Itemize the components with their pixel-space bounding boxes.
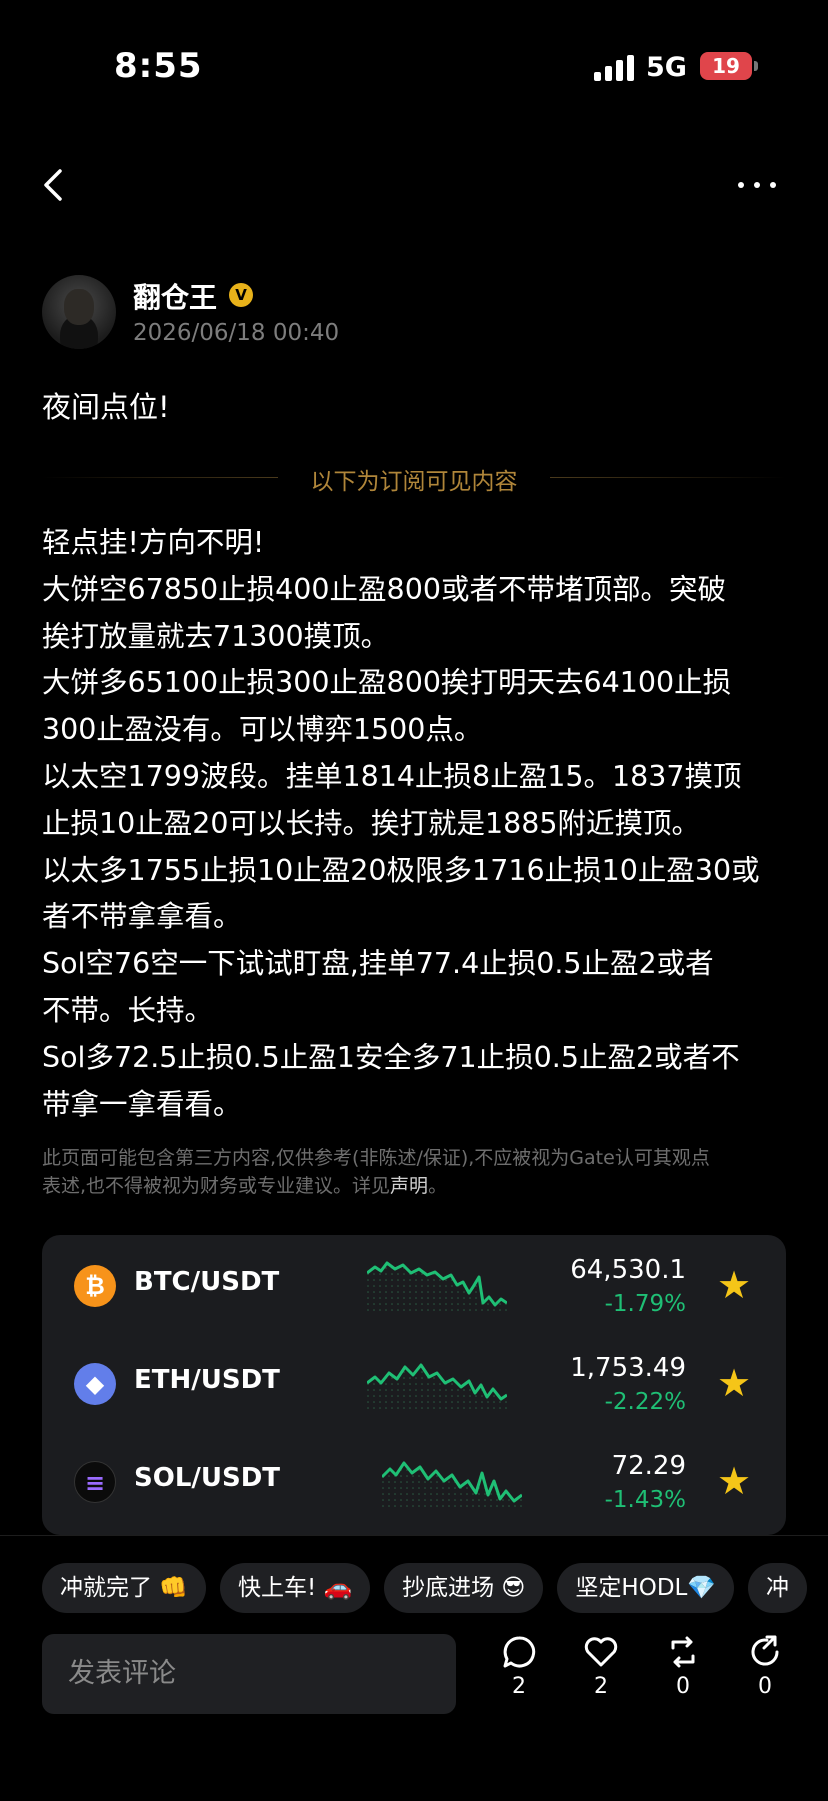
market-row-btc[interactable]: ₿ BTC/USDT 64,530.1 -1.79% ★ bbox=[42, 1235, 786, 1333]
quick-reply-chips: 冲就完了 👊 快上车! 🚗 抄底进场 😎 坚定HODL💎 冲 bbox=[42, 1563, 828, 1615]
like-button[interactable]: 2 bbox=[573, 1634, 629, 1699]
quick-reply-chip[interactable]: 冲就完了 👊 bbox=[42, 1563, 206, 1613]
star-icon[interactable]: ★ bbox=[714, 1461, 754, 1501]
last-price: 72.29 bbox=[611, 1451, 686, 1481]
star-icon[interactable]: ★ bbox=[714, 1363, 754, 1403]
dot-icon bbox=[770, 182, 776, 188]
share-button[interactable]: 0 bbox=[737, 1634, 793, 1699]
disclaimer-text: 表述,也不得被视为财务或专业建议。详见 bbox=[42, 1175, 391, 1197]
sparkline bbox=[382, 1461, 522, 1511]
subscriber-divider-label: 以下为订阅可见内容 bbox=[310, 469, 518, 495]
disclaimer-link[interactable]: 声明 bbox=[390, 1175, 428, 1197]
post-line: 挨打放量就去71300摸顶。 bbox=[42, 619, 390, 653]
pair-name: ETH/USDT bbox=[134, 1365, 280, 1395]
author-avatar[interactable] bbox=[42, 275, 116, 349]
disclaimer-end: 。 bbox=[428, 1175, 448, 1197]
signal-icon bbox=[594, 55, 634, 81]
post-body: 轻点挂!方向不明! 大饼空67850止损400止盈800或者不带堵顶部。突破 挨… bbox=[42, 520, 792, 1128]
last-price: 64,530.1 bbox=[570, 1255, 686, 1285]
pair-name: BTC/USDT bbox=[134, 1267, 280, 1297]
post-line: 不带。长持。 bbox=[42, 993, 214, 1027]
market-row-eth[interactable]: ◆ ETH/USDT 1,753.49 -2.22% ★ bbox=[42, 1333, 786, 1431]
battery-icon: 19 bbox=[700, 52, 752, 80]
post-intro: 夜间点位! bbox=[42, 390, 170, 424]
quick-reply-chip[interactable]: 坚定HODL💎 bbox=[557, 1563, 734, 1613]
comment-input[interactable]: 发表评论 bbox=[42, 1634, 456, 1714]
quick-reply-chip[interactable]: 冲 bbox=[747, 1563, 807, 1613]
pair-name: SOL/USDT bbox=[134, 1463, 281, 1493]
bottom-bar: 冲就完了 👊 快上车! 🚗 抄底进场 😎 坚定HODL💎 冲 发表评论 2 2 0 0 bbox=[0, 1535, 828, 1801]
market-card: ₿ BTC/USDT 64,530.1 -1.79% ★ ◆ ETH/USDT … bbox=[42, 1235, 786, 1535]
post-line: 者不带拿拿看。 bbox=[42, 900, 242, 934]
comment-button[interactable]: 2 bbox=[491, 1634, 547, 1699]
post-line: 以太空1799波段。挂单1814止损8止盈15。1837摸顶 bbox=[42, 759, 742, 793]
subscriber-divider: 以下为订阅可见内容 bbox=[42, 462, 786, 495]
disclaimer-line: 此页面可能包含第三方内容,仅供参考(非陈述/保证),不应被视为Gate认可其观点 bbox=[42, 1147, 710, 1169]
dot-icon bbox=[754, 182, 760, 188]
share-icon bbox=[751, 1635, 779, 1666]
status-bar: 8:55 5G 19 bbox=[0, 0, 828, 140]
like-count: 2 bbox=[594, 1674, 608, 1699]
battery-cap bbox=[754, 61, 758, 71]
post-line: Sol多72.5止损0.5止盈1安全多71止损0.5止盈2或者不 bbox=[42, 1040, 740, 1074]
post-line: Sol空76空一下试试盯盘,挂单77.4止损0.5止盈2或者 bbox=[42, 947, 714, 981]
solana-icon: ≡ bbox=[74, 1461, 116, 1503]
post-line: 300止盈没有。可以博弈1500点。 bbox=[42, 713, 483, 747]
dot-icon bbox=[738, 182, 744, 188]
post-line: 带拿一拿看看。 bbox=[42, 1087, 242, 1121]
star-icon[interactable]: ★ bbox=[714, 1265, 754, 1305]
status-time: 8:55 bbox=[114, 46, 203, 86]
market-row-sol[interactable]: ≡ SOL/USDT 72.29 -1.43% ★ bbox=[42, 1431, 786, 1529]
price-change: -2.22% bbox=[604, 1389, 686, 1415]
disclaimer: 此页面可能包含第三方内容,仅供参考(非陈述/保证),不应被视为Gate认可其观点… bbox=[42, 1144, 792, 1200]
post-line: 止损10止盈20可以长持。挨打就是1885附近摸顶。 bbox=[42, 806, 701, 840]
price-change: -1.43% bbox=[604, 1487, 686, 1513]
post-line: 大饼空67850止损400止盈800或者不带堵顶部。突破 bbox=[42, 572, 726, 606]
post-line: 轻点挂!方向不明! bbox=[42, 526, 265, 559]
share-count: 0 bbox=[758, 1674, 772, 1699]
network-type: 5G bbox=[646, 52, 687, 83]
last-price: 1,753.49 bbox=[570, 1353, 686, 1383]
repost-count: 0 bbox=[676, 1674, 690, 1699]
price-change: -1.79% bbox=[604, 1291, 686, 1317]
disclaimer-line: 表述,也不得被视为财务或专业建议。详见声明。 bbox=[42, 1172, 792, 1200]
ethereum-icon: ◆ bbox=[74, 1363, 116, 1405]
sparkline bbox=[367, 1363, 507, 1413]
quick-reply-chip[interactable]: 快上车! 🚗 bbox=[219, 1563, 371, 1613]
comment-icon bbox=[503, 1636, 536, 1668]
back-button[interactable] bbox=[36, 165, 76, 205]
repost-button[interactable]: 0 bbox=[655, 1634, 711, 1699]
quick-reply-chip[interactable]: 抄底进场 😎 bbox=[384, 1563, 544, 1613]
repost-icon bbox=[671, 1636, 695, 1668]
more-menu-button[interactable] bbox=[738, 170, 788, 200]
comment-count: 2 bbox=[512, 1674, 526, 1699]
chevron-left-icon bbox=[44, 169, 62, 201]
verified-badge-icon: V bbox=[229, 283, 253, 307]
heart-icon bbox=[584, 1637, 618, 1667]
author-name[interactable]: 翻仓王 bbox=[133, 276, 217, 316]
post-line: 大饼多65100止损300止盈800挨打明天去64100止损 bbox=[42, 666, 732, 700]
post-line: 以太多1755止损10止盈20极限多1716止损10止盈30或 bbox=[42, 853, 760, 887]
post-timestamp: 2026/06/18 00:40 bbox=[133, 320, 340, 346]
sparkline bbox=[367, 1261, 507, 1315]
bitcoin-icon: ₿ bbox=[74, 1265, 116, 1307]
